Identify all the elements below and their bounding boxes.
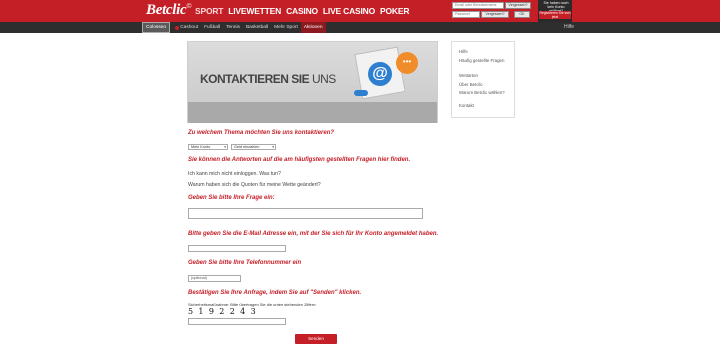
phone-input[interactable]: (optional) bbox=[188, 275, 241, 282]
register-button[interactable]: Registrieren Sie sich jetzt bbox=[539, 11, 571, 19]
faq-link-login[interactable]: Ich kann mich nicht einloggen. Was tun? bbox=[188, 171, 281, 177]
help-link[interactable]: Hilfe bbox=[564, 24, 574, 30]
help-sidebar: Hilfe Häufig gestellte Fragen Wettarten … bbox=[451, 41, 515, 118]
nav-livewetten[interactable]: LIVEWETTEN bbox=[228, 6, 281, 16]
chat-bubble-icon: ••• bbox=[396, 52, 418, 74]
top-bar: Betclic© SPORT LIVEWETTEN CASINO LIVE CA… bbox=[0, 0, 720, 22]
confirm-label: Bestätigen Sie Ihre Anfrage, indem Sie a… bbox=[188, 290, 362, 296]
sub-nav-bar: Kalender Cashout Fußball Tennis Basketba… bbox=[0, 22, 720, 33]
topic-select[interactable]: Mein Konto ▾ bbox=[188, 144, 228, 150]
forgot-username-link[interactable]: Vergessen? bbox=[505, 2, 531, 9]
subnav-aktionen[interactable]: Aktionen bbox=[300, 22, 326, 33]
question-label: Geben Sie bitte Ihre Frage ein: bbox=[188, 195, 275, 201]
chevron-down-icon: ▾ bbox=[224, 145, 226, 149]
captcha-code: 5 1 9 2 2 4 3 bbox=[188, 307, 258, 316]
password-input[interactable]: Passwort bbox=[452, 11, 480, 18]
nav-poker[interactable]: POKER bbox=[380, 6, 409, 16]
send-button[interactable]: Senden bbox=[295, 334, 337, 344]
nav-casino[interactable]: CASINO bbox=[286, 6, 318, 16]
nav-sport[interactable]: SPORT bbox=[195, 6, 223, 16]
cashout-icon bbox=[175, 25, 180, 30]
sidebar-link-hilfe[interactable]: Hilfe bbox=[459, 49, 511, 54]
phone-icon bbox=[354, 90, 368, 96]
topic-question: Zu welchem Thema möchten Sie uns kontakt… bbox=[188, 130, 335, 136]
subnav-cashout[interactable]: Cashout bbox=[172, 22, 201, 33]
register-box: Sie haben noch kein Konto eröffnet? Regi… bbox=[538, 0, 572, 22]
sidebar-link-kontakt[interactable]: Kontakt bbox=[459, 103, 511, 108]
page: Betclic© SPORT LIVEWETTEN CASINO LIVE CA… bbox=[0, 0, 720, 360]
subnav-tennis[interactable]: Tennis bbox=[223, 22, 243, 33]
question-input[interactable] bbox=[188, 208, 423, 219]
subnav-mehr-sport[interactable]: Mehr Sport bbox=[271, 22, 301, 33]
captcha-input[interactable] bbox=[188, 318, 286, 325]
subnav-colosseo[interactable]: Colosseo bbox=[142, 22, 170, 33]
chevron-down-icon: ▾ bbox=[272, 145, 274, 149]
faq-link-odds[interactable]: Warum haben sich die Quoten für meine We… bbox=[188, 182, 321, 188]
login-ok-button[interactable]: OK bbox=[514, 11, 530, 18]
at-sign-icon: @ bbox=[368, 62, 392, 86]
sidebar-link-ueber[interactable]: Über Betclic bbox=[459, 82, 511, 87]
subtopic-select[interactable]: Geld einzahlen ▾ bbox=[231, 144, 276, 150]
banner-title: KONTAKTIEREN SIE UNS bbox=[200, 72, 336, 86]
phone-label: Geben Sie bitte Ihre Telefonnummer ein bbox=[188, 260, 302, 266]
nav-live-casino[interactable]: LIVE CASINO bbox=[323, 6, 375, 16]
main-nav: SPORT LIVEWETTEN CASINO LIVE CASINO POKE… bbox=[195, 6, 409, 16]
subnav-fussball[interactable]: Fußball bbox=[201, 22, 223, 33]
email-label: Bitte geben Sie die E-Mail Adresse ein, … bbox=[188, 231, 439, 237]
betclic-logo[interactable]: Betclic© bbox=[146, 2, 192, 19]
banner-strip bbox=[188, 102, 437, 123]
sidebar-link-faq[interactable]: Häufig gestellte Fragen bbox=[459, 58, 511, 63]
username-input[interactable]: Email oder Benutzername bbox=[452, 2, 504, 9]
subnav-basketball[interactable]: Basketball bbox=[243, 22, 271, 33]
forgot-password-link[interactable]: Vergessen? bbox=[481, 11, 509, 18]
sub-nav: Kalender Cashout Fußball Tennis Basketba… bbox=[142, 22, 326, 33]
email-input[interactable] bbox=[188, 245, 286, 252]
sidebar-link-wettarten[interactable]: Wettarten bbox=[459, 73, 511, 78]
sidebar-link-warum[interactable]: Warum Betclic wählen? bbox=[459, 90, 511, 95]
contact-banner: KONTAKTIEREN SIE UNS @ ••• bbox=[187, 41, 438, 123]
faq-hint: Sie können die Antworten auf die am häuf… bbox=[188, 157, 411, 163]
